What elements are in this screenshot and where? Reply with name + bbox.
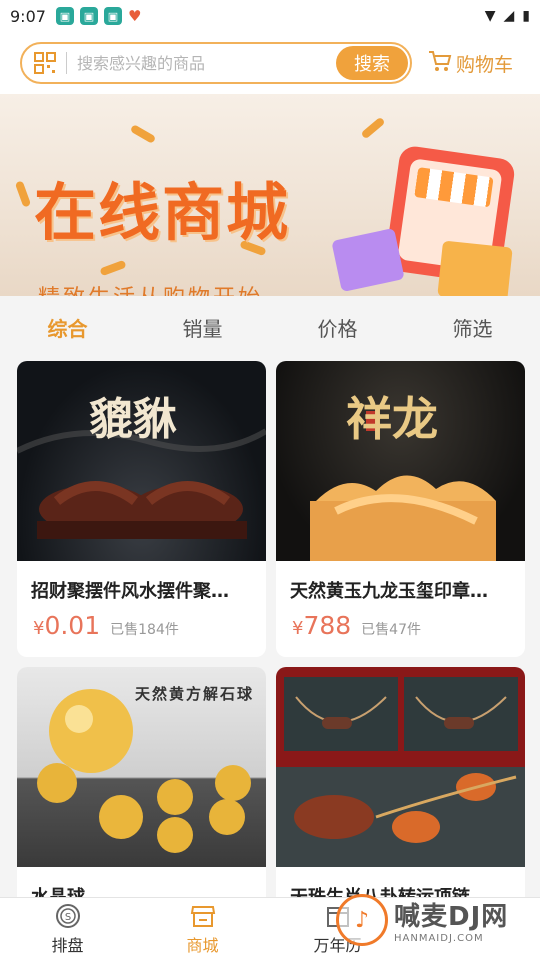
app-notification-icon: ▣ — [55, 7, 74, 25]
app-notification-icon: ▣ — [103, 7, 122, 25]
tab-comprehensive[interactable]: 综合 — [0, 313, 135, 342]
battery-icon: ▮ — [522, 8, 530, 24]
product-price-row: ¥ 0.01 已售184件 — [17, 603, 266, 640]
nav-item-store[interactable]: 商城 — [135, 898, 270, 961]
currency-symbol: ¥ — [33, 618, 45, 639]
product-image-caption: 天然黄方解石球 — [135, 685, 255, 703]
product-title: 招财聚摆件风水摆件聚… — [31, 581, 229, 602]
nav-label: 商城 — [186, 936, 219, 955]
product-image: 祥龙 — [276, 361, 525, 561]
wifi-icon: ▼ — [484, 8, 496, 24]
product-card[interactable]: 貔貅 招财聚摆件风水摆件聚… ¥ 0.01 已售184件 — [17, 361, 266, 657]
sold-count: 已售184件 — [110, 622, 179, 638]
product-image — [276, 667, 525, 867]
product-image: 貔貅 — [17, 361, 266, 561]
search-header: 搜索 购物车 — [0, 32, 540, 94]
tab-sales[interactable]: 销量 — [135, 313, 270, 342]
sort-tabs: 综合 销量 价格 筛选 — [0, 296, 540, 358]
svg-text:S: S — [64, 912, 70, 923]
nav-label: 排盘 — [51, 936, 84, 955]
package-box-illustration — [437, 240, 513, 296]
status-time: 9:07 — [10, 6, 46, 26]
scan-icon[interactable] — [32, 50, 58, 76]
cart-label: 购物车 — [456, 53, 514, 76]
currency-symbol: ¥ — [292, 618, 304, 639]
search-button[interactable]: 搜索 — [336, 46, 408, 80]
product-image: 天然黄方解石球 — [17, 667, 266, 867]
watermark-logo: ♪ 喊麦DJ网 HANMAIDJ.COM — [336, 880, 540, 960]
search-box[interactable]: 搜索 — [20, 42, 412, 84]
banner-subtitle: 精致生活从购物开始 — [38, 280, 263, 296]
streamer-decoration — [360, 116, 386, 140]
tab-price[interactable]: 价格 — [270, 313, 405, 342]
product-card[interactable]: 天珠生肖八卦转运项链 — [276, 667, 525, 907]
watermark-text: 喊麦DJ网 — [394, 902, 509, 932]
sold-count: 已售47件 — [361, 622, 421, 638]
search-input[interactable] — [75, 52, 319, 74]
tab-filter[interactable]: 筛选 — [405, 313, 540, 342]
product-price: 788 — [303, 611, 352, 640]
system-icons: ▼ ◢ ▮ — [485, 8, 530, 24]
cart-icon — [428, 50, 452, 77]
status-bar: 9:07 ▣ ▣ ▣ ♥ ▼ ◢ ▮ — [0, 0, 540, 32]
heart-notification-icon: ♥ — [127, 7, 142, 25]
watermark-icon: ♪ — [336, 894, 388, 946]
streamer-decoration — [14, 180, 32, 208]
product-image-caption: 貔貅 — [89, 394, 177, 445]
signal-icon: ◢ — [503, 8, 515, 24]
streamer-decoration — [99, 259, 127, 277]
cart-button[interactable]: 购物车 — [428, 50, 513, 77]
promo-banner[interactable]: 在线商城 精致生活从购物开始 — [0, 94, 540, 296]
search-divider — [66, 52, 67, 74]
product-title: 天然黄玉九龙玉玺印章… — [290, 581, 488, 602]
product-price: 0.01 — [44, 611, 101, 640]
streamer-decoration — [129, 124, 157, 144]
nav-item-paipan[interactable]: S 排盘 — [0, 898, 135, 961]
coin-icon: S — [55, 903, 81, 929]
app-notification-icon: ▣ — [79, 7, 98, 25]
store-icon — [190, 903, 216, 929]
product-price-row: ¥ 788 已售47件 — [276, 603, 525, 640]
product-card[interactable]: 祥龙 天然黄玉九龙玉玺印章… ¥ 788 已售47件 — [276, 361, 525, 657]
gift-box-illustration — [331, 227, 405, 293]
notification-icons: ▣ ▣ ▣ ♥ — [55, 7, 142, 25]
watermark-url: HANMAIDJ.COM — [394, 933, 484, 944]
product-card[interactable]: 天然黄方解石球 水晶球 — [17, 667, 266, 907]
banner-title: 在线商城 — [34, 176, 291, 249]
product-image-caption: 祥龙 — [346, 392, 438, 446]
